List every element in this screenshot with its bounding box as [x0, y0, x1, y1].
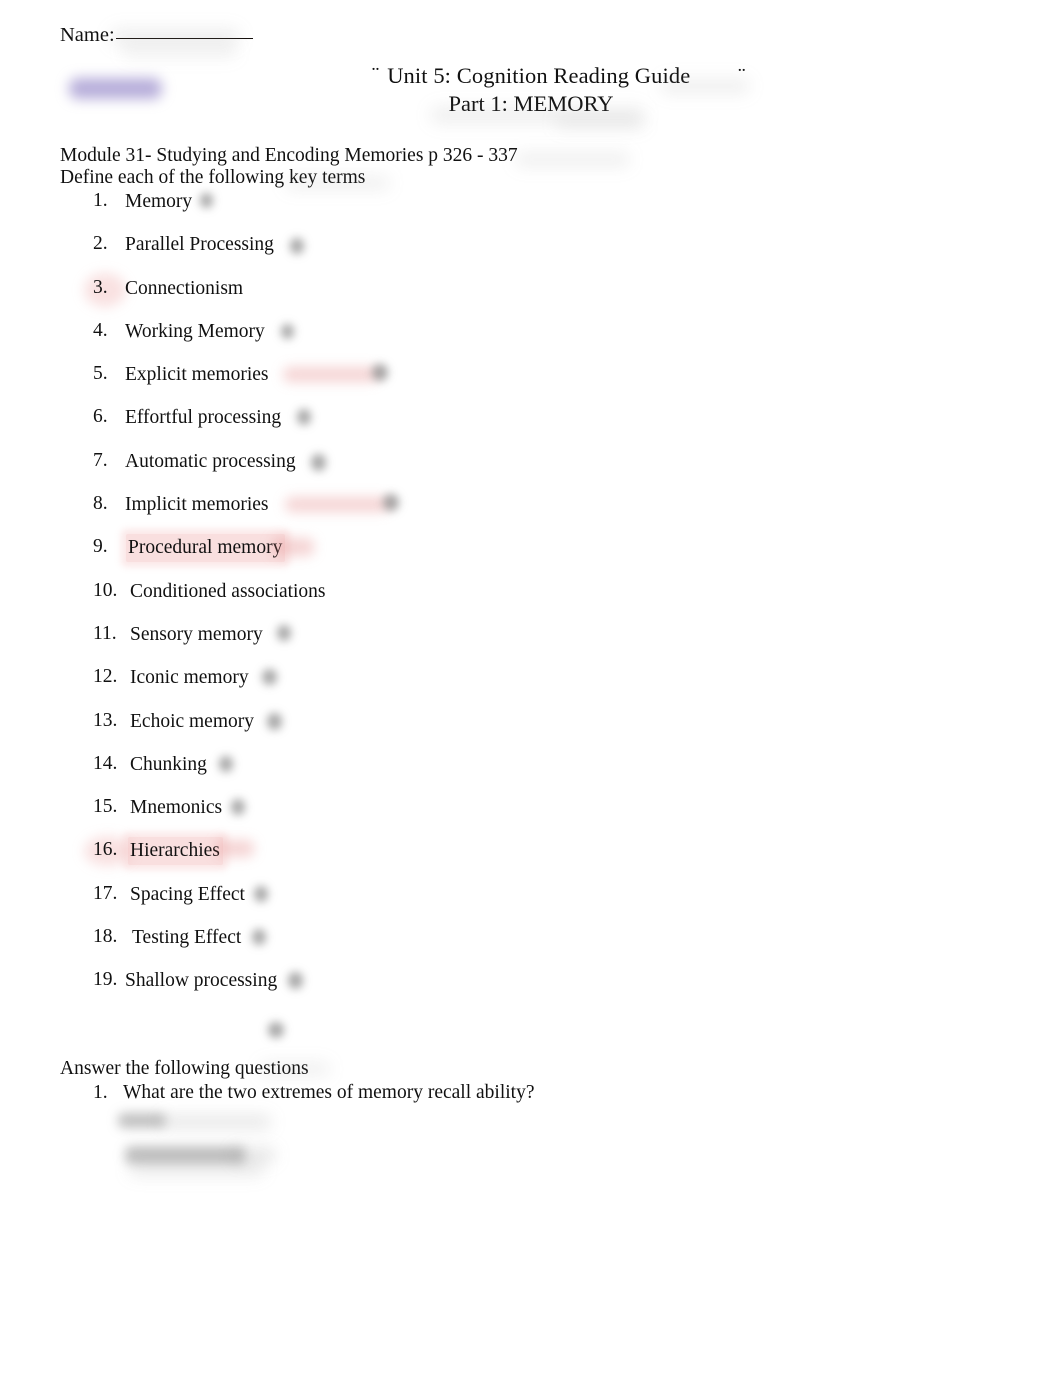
list-item-number: 13.: [93, 709, 118, 731]
list-item-label: Working Memory: [125, 320, 265, 342]
list-item-label: Effortful processing: [125, 407, 282, 429]
list-item-label: Conditioned associations: [130, 580, 326, 602]
module-heading-blur: [515, 152, 630, 167]
redaction-dot: [288, 972, 303, 990]
redaction-dot-stray: [268, 1022, 284, 1038]
list-item-label: Procedural memory: [126, 534, 286, 563]
title-line-1-text: Unit 5: Cognition Reading Guide: [387, 63, 691, 88]
answer-redaction-line-3: [129, 1162, 264, 1176]
list-item-number: 11.: [93, 622, 117, 644]
list-item-label: Parallel Processing: [125, 234, 274, 256]
redaction-dot: [277, 624, 291, 641]
list-item: 13. Echoic memory: [0, 708, 1062, 751]
list-item-label: Connectionism: [125, 277, 244, 299]
list-item: 6. Effortful processing: [0, 404, 1062, 447]
redaction-dot: [200, 193, 213, 208]
answer-redaction-line-2b: [233, 1148, 275, 1162]
define-instruction: Define each of the following key terms: [60, 167, 366, 188]
document-title: ¨ Unit 5: Cognition Reading Guide Part 1:…: [0, 61, 1062, 117]
answer-redaction-line-2: [125, 1146, 245, 1164]
list-item-label: Mnemonics: [130, 797, 223, 819]
list-item: 18. Testing Effect: [0, 924, 1062, 967]
title-line-2-text: Part 1: MEMORY: [448, 90, 614, 116]
redaction-dot: [311, 453, 326, 471]
answer-redaction-area: [115, 1108, 445, 1188]
list-item: 4. Working Memory: [0, 318, 1062, 361]
redaction-dot: [281, 323, 294, 339]
title-line-1: ¨ Unit 5: Cognition Reading Guide: [0, 61, 1062, 90]
name-input-rule[interactable]: [115, 38, 253, 39]
list-item: 8. Implicit memories: [0, 491, 1062, 534]
module-heading: Module 31- Studying and Encoding Memorie…: [60, 145, 518, 166]
pink-redaction-bar: [283, 367, 378, 383]
list-item-label: Explicit memories: [125, 364, 269, 386]
double-dot-icon-right: ¨: [738, 63, 747, 88]
redaction-dot: [254, 885, 268, 902]
list-item-label: Iconic memory: [130, 667, 249, 689]
list-item-number: 12.: [93, 666, 118, 688]
list-item-label: Automatic processing: [125, 450, 296, 472]
list-item: 5. Explicit memories: [0, 361, 1062, 404]
question-text: What are the two extremes of memory reca…: [123, 1082, 535, 1103]
list-item-number: 15.: [93, 796, 118, 818]
list-item-label: Chunking: [130, 753, 207, 775]
list-item: 7. Automatic processing: [0, 448, 1062, 491]
list-item: 12. Iconic memory: [0, 664, 1062, 707]
list-item-label: Sensory memory: [130, 623, 263, 645]
list-item-label: Testing Effect: [132, 927, 242, 949]
list-item-label: Echoic memory: [130, 710, 254, 732]
pink-redaction-bar: [285, 497, 389, 513]
list-item: 10. Conditioned associations: [0, 578, 1062, 621]
redaction-dot: [290, 238, 304, 255]
redaction-dot: [252, 929, 266, 946]
list-item: 3. Connectionism: [0, 272, 1062, 318]
list-item: 11. Sensory memory: [0, 621, 1062, 664]
answer-redaction-line-1: [118, 1113, 166, 1128]
redaction-dot: [219, 755, 233, 772]
list-item-number: 14.: [93, 752, 118, 774]
list-item-number: 18.: [93, 926, 118, 948]
list-item-label: Shallow processing: [125, 970, 278, 992]
question-item: 1. What are the two extremes of memory re…: [93, 1080, 535, 1106]
list-item-label: Implicit memories: [125, 494, 269, 516]
double-dot-icon-left: ¨: [371, 62, 381, 87]
key-terms-list: 1. Memory 2. Parallel Processing 3. Conn…: [0, 188, 1062, 1011]
name-field-row: Name:: [60, 22, 253, 48]
list-item: 1. Memory: [0, 188, 1062, 231]
list-item: 19. Shallow processing: [0, 967, 1062, 1010]
list-item: 14. Chunking: [0, 751, 1062, 794]
list-item: 15. Mnemonics: [0, 794, 1062, 837]
list-item-number: 17.: [93, 882, 118, 904]
list-item: 2. Parallel Processing: [0, 231, 1062, 274]
redaction-dot: [383, 494, 399, 512]
list-item: 17. Spacing Effect: [0, 881, 1062, 924]
redaction-dot: [372, 364, 388, 382]
redaction-dot: [262, 669, 277, 686]
list-item-number: 10.: [93, 579, 118, 601]
name-label: Name:: [60, 24, 115, 46]
list-item-label: Spacing Effect: [130, 883, 245, 905]
list-item-label: Memory: [125, 191, 193, 212]
document-page: Name: ¨ Unit 5: Cognition Reading Guide P…: [0, 0, 1062, 1377]
redaction-dot: [297, 409, 311, 426]
list-item-label: Hierarchies: [128, 837, 223, 866]
answer-redaction-line-1b: [161, 1116, 271, 1128]
answer-section-heading: Answer the following questions: [60, 1058, 309, 1079]
list-item: 9. Procedural memory: [0, 534, 1062, 577]
question-number: 1.: [93, 1082, 108, 1103]
list-item-number: 16.: [93, 839, 118, 861]
title-redaction-blur-lower: [555, 117, 645, 129]
redaction-dot: [267, 712, 282, 730]
list-item: 16. Hierarchies: [0, 836, 1062, 880]
redaction-dot: [231, 799, 245, 816]
